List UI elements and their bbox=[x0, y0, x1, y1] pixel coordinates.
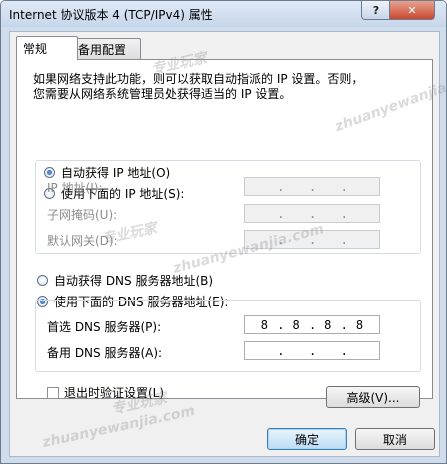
subnet-mask-label: 子网掩码(U): bbox=[47, 208, 118, 222]
default-gateway-input[interactable]: . . . bbox=[244, 230, 380, 249]
tab-alternate-config-label: 备用配置 bbox=[78, 43, 127, 57]
tcp-ipv4-properties-dialog: Internet 协议版本 4 (TCP/IPv4) 属性 ? ✕ 常规 备用配… bbox=[0, 0, 447, 464]
title-bar[interactable]: Internet 协议版本 4 (TCP/IPv4) 属性 ? ✕ bbox=[1, 1, 446, 27]
validate-on-exit-box[interactable] bbox=[47, 386, 59, 399]
subnet-mask-input[interactable]: . . . bbox=[244, 204, 380, 223]
alternate-dns-label: 备用 DNS 服务器(A): bbox=[47, 346, 163, 360]
close-icon: ✕ bbox=[407, 3, 417, 17]
help-icon: ? bbox=[372, 3, 380, 17]
radio-auto-dns-indicator[interactable] bbox=[37, 275, 48, 286]
description-line-1: 如果网络支持此功能，则可以获取自动指派的 IP 设置。否则， bbox=[33, 72, 364, 86]
window-title: Internet 协议版本 4 (TCP/IPv4) 属性 bbox=[9, 8, 213, 22]
validate-on-exit-checkbox[interactable]: 退出时验证设置(L) bbox=[47, 384, 164, 401]
preferred-dns-input[interactable]: 8. 8. 8. 8 bbox=[244, 315, 380, 334]
description-text: 如果网络支持此功能，则可以获取自动指派的 IP 设置。否则， 您需要从网络系统管… bbox=[33, 72, 423, 102]
dns1-octet-4: 8 bbox=[355, 317, 364, 332]
close-button[interactable]: ✕ bbox=[389, 1, 435, 20]
radio-auto-dns-label: 自动获得 DNS 服务器地址(B) bbox=[54, 274, 214, 288]
default-gateway-label: 默认网关(D): bbox=[47, 234, 118, 248]
ip-address-label: IP 地址(I): bbox=[47, 181, 103, 195]
tab-general[interactable]: 常规 bbox=[16, 36, 78, 60]
dns1-octet-1: 8 bbox=[260, 317, 269, 332]
dns1-octet-2: 8 bbox=[292, 317, 300, 332]
ok-button[interactable]: 确定 bbox=[267, 428, 347, 450]
ip-address-input[interactable]: . . . bbox=[244, 177, 380, 196]
description-line-2: 您需要从网络系统管理员处获得适当的 IP 设置。 bbox=[33, 87, 292, 101]
tab-general-label: 常规 bbox=[23, 42, 48, 56]
validate-on-exit-label: 退出时验证设置(L) bbox=[64, 386, 165, 400]
dns1-octet-3: 8 bbox=[324, 317, 332, 332]
cancel-button[interactable]: 取消 bbox=[355, 428, 435, 450]
ok-button-label: 确定 bbox=[294, 432, 319, 447]
tab-alternate-config[interactable]: 备用配置 bbox=[71, 38, 141, 60]
alternate-dns-input[interactable]: . . . bbox=[244, 341, 380, 360]
preferred-dns-label: 首选 DNS 服务器(P): bbox=[47, 320, 162, 334]
advanced-button-label: 高级(V)... bbox=[346, 390, 400, 405]
radio-auto-dns[interactable]: 自动获得 DNS 服务器地址(B) bbox=[37, 272, 213, 289]
dns-server-group bbox=[35, 300, 421, 372]
dialog-body: 常规 备用配置 如果网络支持此功能，则可以获取自动指派的 IP 设置。否则， 您… bbox=[9, 31, 440, 457]
help-button[interactable]: ? bbox=[361, 1, 391, 20]
advanced-button[interactable]: 高级(V)... bbox=[326, 386, 420, 408]
cancel-button-label: 取消 bbox=[382, 432, 407, 447]
